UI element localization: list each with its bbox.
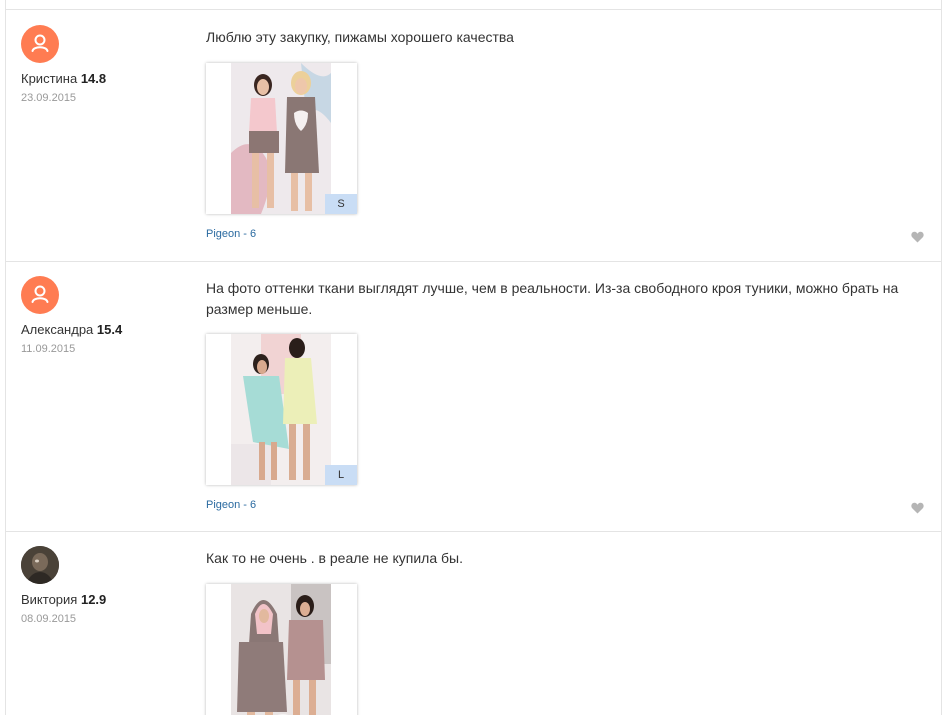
review-item: Александра 15.4 11.09.2015 На фото оттен… bbox=[6, 261, 941, 532]
product-link[interactable]: Pigeon - 6 bbox=[206, 499, 256, 511]
review-text: На фото оттенки ткани выглядят лучше, че… bbox=[206, 280, 899, 317]
review-author[interactable]: Виктория 12.9 bbox=[21, 592, 106, 607]
author-rating: 14.8 bbox=[80, 71, 107, 86]
review-text: Как то не очень . в реале не купила бы. bbox=[206, 550, 463, 566]
product-photo-image bbox=[231, 63, 331, 214]
review-photo[interactable]: S bbox=[206, 63, 357, 214]
size-badge: L bbox=[325, 465, 357, 485]
author-rating: 12.9 bbox=[80, 592, 107, 607]
product-link[interactable]: Pigeon - 6 bbox=[206, 228, 256, 240]
review-date: 08.09.2015 bbox=[21, 613, 77, 625]
product-photo-image bbox=[231, 334, 331, 485]
review-item: Кристина 14.8 23.09.2015 Люблю эту закуп… bbox=[6, 10, 941, 262]
user-avatar-icon[interactable] bbox=[21, 25, 59, 63]
heart-icon[interactable] bbox=[911, 231, 924, 243]
review-author[interactable]: Кристина 14.8 bbox=[21, 71, 106, 86]
author-name[interactable]: Александра bbox=[21, 322, 93, 337]
size-badge: S bbox=[325, 194, 357, 214]
user-photo-avatar[interactable] bbox=[21, 546, 59, 584]
review-date: 11.09.2015 bbox=[21, 343, 76, 355]
review-date: 23.09.2015 bbox=[21, 92, 77, 104]
author-name[interactable]: Виктория bbox=[21, 592, 77, 607]
review-photo[interactable] bbox=[206, 584, 357, 715]
review-item: Виктория 12.9 08.09.2015 Как то не очень… bbox=[6, 531, 941, 715]
review-photo[interactable]: L bbox=[206, 334, 357, 485]
product-photo-image bbox=[231, 584, 331, 715]
review-author[interactable]: Александра 15.4 bbox=[21, 322, 122, 337]
heart-icon[interactable] bbox=[911, 502, 924, 514]
author-rating: 15.4 bbox=[96, 322, 123, 337]
user-avatar-icon[interactable] bbox=[21, 276, 59, 314]
reviews-list: Кристина 14.8 23.09.2015 Люблю эту закуп… bbox=[5, 0, 942, 715]
author-name[interactable]: Кристина bbox=[21, 71, 77, 86]
review-text: Люблю эту закупку, пижамы хорошего качес… bbox=[206, 29, 514, 45]
